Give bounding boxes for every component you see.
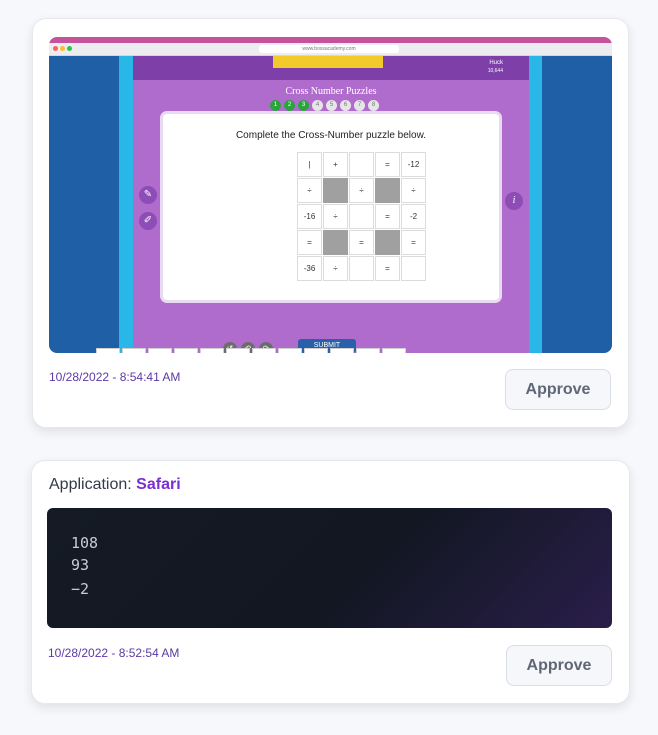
grid-cell: = [349,230,374,255]
grid-cell [375,230,400,255]
url-bar: www.bossacademy.com [259,45,399,53]
keypad-key: 1 [96,348,120,353]
grid-cell [375,178,400,203]
close-dot-icon [53,46,58,51]
keypad-key: 6 [226,348,250,353]
grid-cell: ÷ [297,178,322,203]
grid-cell: -2 [401,204,426,229]
grid-cell: | [297,152,322,177]
info-icon: i [505,192,523,210]
game-area: Huck 10,644 Cross Number Puzzles 1 2 3 4… [133,56,529,353]
user-name: Huck [489,60,503,66]
application-label: Application: Safari [49,476,181,494]
step-dot: 8 [368,100,379,111]
progress-steps: 1 2 3 4 5 6 7 8 [270,100,379,111]
approve-button[interactable]: Approve [505,369,611,410]
grid-cell: ÷ [349,178,374,203]
log-line: 93 [71,556,90,574]
keypad-key: 3 [148,348,172,353]
grid-cell: -16 [297,204,322,229]
activity-card-application: Application: Safari 108 93 −2 10/28/2022… [31,460,630,704]
puzzle-instruction: Complete the Cross-Number puzzle below. [235,130,427,141]
keypad-key: − [356,348,380,353]
grid-cell: ÷ [401,178,426,203]
grid-cell [349,152,374,177]
pencil-icon: ✎ [139,186,157,204]
grid-cell [349,204,374,229]
entry-timestamp: 10/28/2022 - 8:52:54 AM [48,646,180,660]
grid-cell: ÷ [323,256,348,281]
grid-cell [323,178,348,203]
puzzle-paper: Complete the Cross-Number puzzle below. … [163,114,499,300]
grid-cell [323,230,348,255]
gold-banner [273,56,383,68]
log-line: 108 [71,534,99,552]
keypad-key: 5 [200,348,224,353]
grid-cell: = [297,230,322,255]
keystroke-log: 108 93 −2 [47,508,612,628]
keypad-key: 2 [122,348,146,353]
step-dot: 4 [312,100,323,111]
safari-toolbar: www.bossacademy.com [49,43,612,56]
keypad-key: 0 [330,348,354,353]
grid-cell: = [375,152,400,177]
grid-cell: -36 [297,256,322,281]
grid-cell: + [323,152,348,177]
eraser-icon: ✐ [139,212,157,230]
keypad-key: 7 [252,348,276,353]
grid-cell: = [401,230,426,255]
grid-cell: = [375,256,400,281]
grid-cell [401,256,426,281]
screenshot-thumbnail[interactable]: www.bossacademy.com Huck 10,644 Cross Nu… [49,37,612,353]
step-dot: 2 [284,100,295,111]
grid-cell: ÷ [323,204,348,229]
cross-number-grid: | + = -12 ÷ ÷ ÷ -16 ÷ = -2 = = = -36 ÷ = [297,152,426,281]
application-prefix: Application: [49,476,132,493]
approve-button[interactable]: Approve [506,645,612,686]
zoom-dot-icon [67,46,72,51]
left-stripe [119,56,133,353]
user-points: 10,644 [487,68,503,74]
grid-cell [349,256,374,281]
game-title: Cross Number Puzzles [285,86,377,97]
activity-card-screenshot: www.bossacademy.com Huck 10,644 Cross Nu… [32,18,629,428]
right-stripe [529,56,542,353]
keypad-key: ⌫ [382,348,406,353]
step-dot: 5 [326,100,337,111]
application-name: Safari [136,476,181,493]
step-dot: 6 [340,100,351,111]
keypad-key: 8 [278,348,302,353]
number-keypad: 1234567890−⌫ [96,348,406,353]
log-line: −2 [71,580,90,598]
grid-cell: = [375,204,400,229]
minimize-dot-icon [60,46,65,51]
step-dot: 7 [354,100,365,111]
keypad-key: 4 [174,348,198,353]
entry-timestamp: 10/28/2022 - 8:54:41 AM [49,370,181,384]
step-dot: 1 [270,100,281,111]
keypad-key: 9 [304,348,328,353]
grid-cell: -12 [401,152,426,177]
step-dot: 3 [298,100,309,111]
